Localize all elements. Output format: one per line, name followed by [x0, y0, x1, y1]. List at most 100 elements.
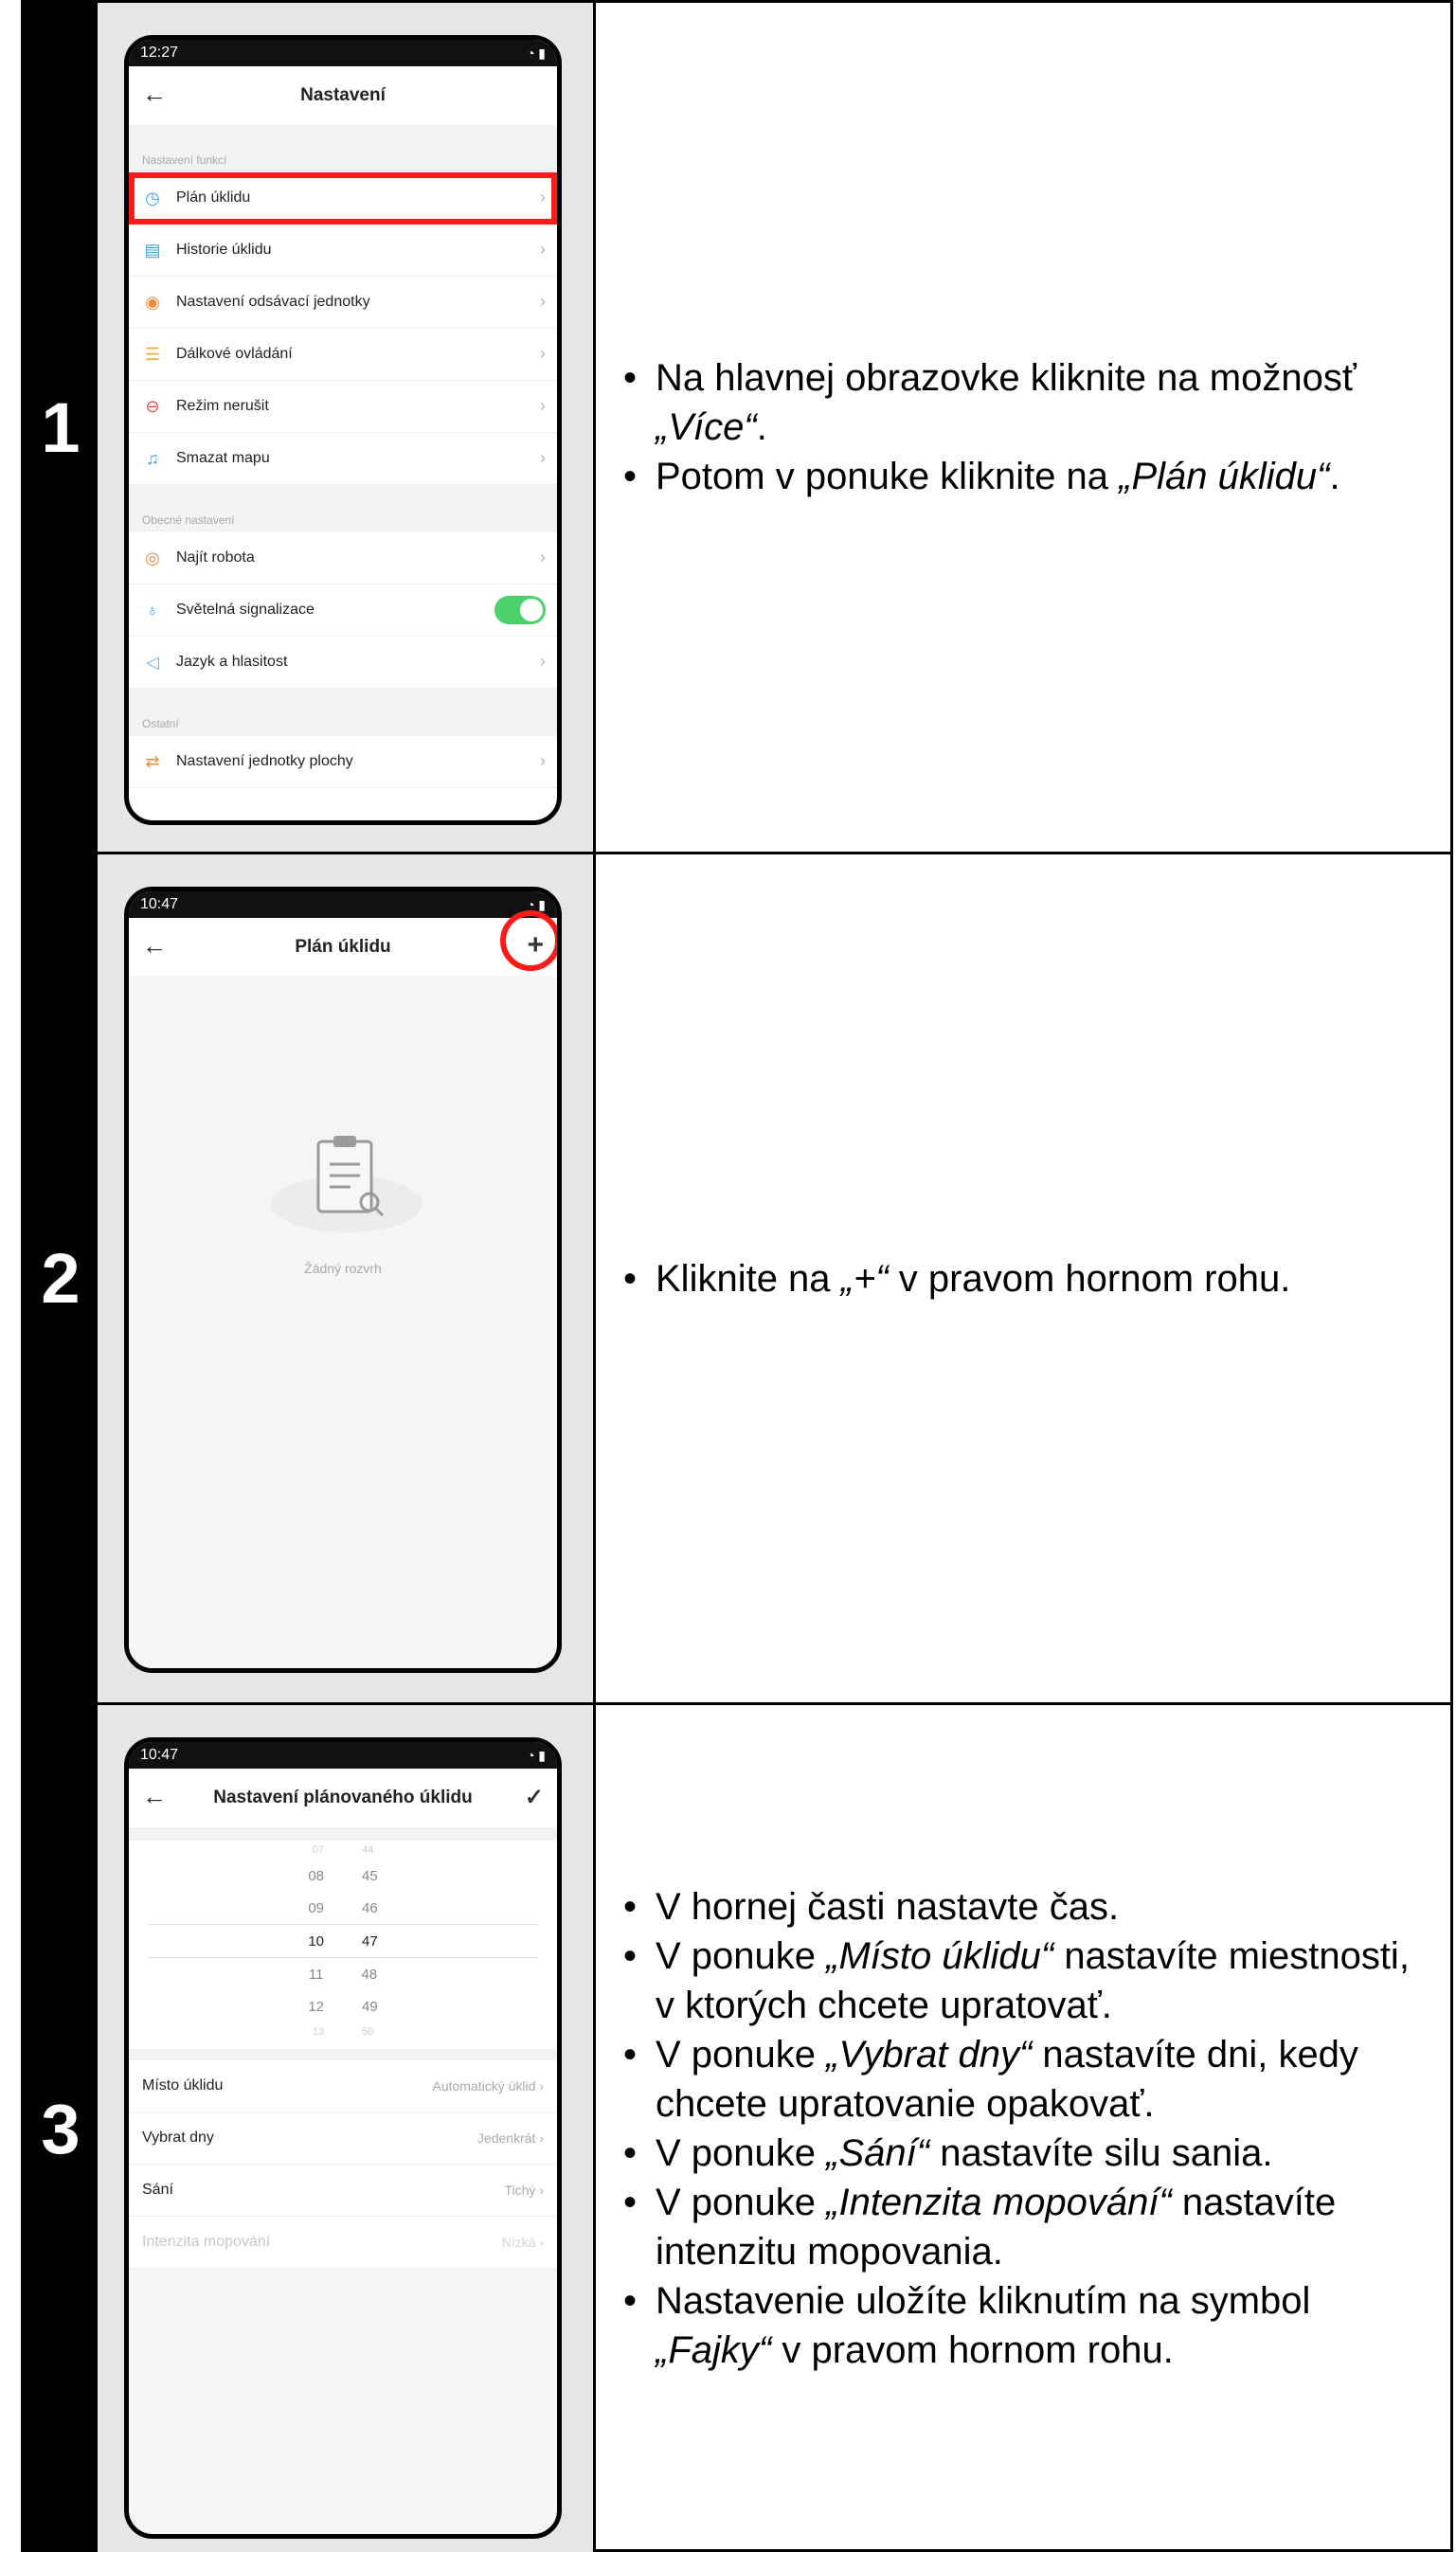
picker-row-selected: 10 47: [148, 1924, 538, 1958]
menu-item-label: Nastavení odsávací jednotky: [176, 294, 370, 310]
back-arrow-icon[interactable]: ←: [142, 931, 167, 961]
bullet-item: V hornej časti nastavte čas.: [620, 1882, 1431, 1932]
step-row-3: 3 10:47 ◔ ▮ ← Nastavení plánovaného úkli…: [24, 1705, 1450, 2552]
menu-item-find-robot[interactable]: ◎ Najít robota ›: [129, 532, 557, 584]
picker-row: 11 48: [308, 1966, 378, 1983]
menu-item-delete-map[interactable]: ♫ Smazat mapu ›: [129, 433, 557, 485]
remote-icon: ☰: [144, 344, 161, 364]
menu-item-light-signal[interactable]: ♁ Světelná signalizace: [129, 584, 557, 637]
picker-row: 08 45: [308, 1867, 378, 1884]
app-bar: ← Nastavení plánovaného úklidu ✓: [129, 1769, 557, 1827]
bullet-item: V ponuke „Sání“ nastavíte silu sania.: [620, 2129, 1431, 2178]
step-row-1: 1 12:27 ◔ ▮ ← Nastavení Nastavení funkcí…: [24, 3, 1450, 854]
signal-icon: ◔ ▮: [526, 1747, 546, 1763]
menu-item-language[interactable]: ◁ Jazyk a hlasitost ›: [129, 637, 557, 689]
setting-label: Intenzita mopování: [142, 2234, 271, 2250]
menu-item-do-not-disturb[interactable]: ⊖ Režim nerušit ›: [129, 381, 557, 433]
chevron-right-icon: ›: [540, 652, 546, 671]
phone-screen: 10:47 ◔ ▮ ← Plán úklidu + Žádný rozvrh: [124, 887, 562, 1673]
screenshot-cell: 12:27 ◔ ▮ ← Nastavení Nastavení funkcí ◷…: [98, 3, 596, 852]
do-not-disturb-icon: ⊖: [145, 396, 160, 416]
bullet-list: V hornej časti nastavte čas. V ponuke „M…: [597, 1882, 1450, 2375]
menu-item-label: Jazyk a hlasitost: [176, 654, 288, 670]
setting-select-days[interactable]: Vybrat dny Jedenkrát ›: [129, 2112, 557, 2165]
bullet-item: V ponuke „Intenzita mopování“ nastavíte …: [620, 2178, 1431, 2276]
step-row-2: 2 10:47 ◔ ▮ ← Plán úklidu + Žádný rozvrh…: [24, 854, 1450, 1705]
menu-item-cleaning-plan[interactable]: ◷ Plán úklidu ›: [129, 172, 557, 225]
step-number: 3: [24, 1705, 98, 2552]
menu-item-label: Plán úklidu: [176, 189, 251, 206]
bulb-icon: ♁: [146, 600, 159, 620]
history-icon: ▤: [144, 240, 161, 260]
locate-icon: ◎: [145, 548, 160, 567]
picker-row: 09 46: [308, 1899, 378, 1916]
section-header: Nastavení funkcí: [129, 125, 557, 172]
bullet-item: Kliknite na „+“ v pravom hornom rohu.: [620, 1254, 1290, 1303]
app-bar: ← Plán úklidu +: [129, 910, 557, 977]
menu-item-label: Smazat mapu: [176, 450, 270, 466]
back-arrow-icon[interactable]: ←: [142, 1782, 167, 1811]
timer-icon: ◷: [145, 188, 160, 207]
chevron-right-icon: ›: [540, 448, 546, 467]
bullet-list: Na hlavnej obrazovke kliknite na možnosť…: [597, 353, 1450, 501]
menu-item-remote[interactable]: ☰ Dálkové ovládání ›: [129, 329, 557, 381]
menu-item-area-unit[interactable]: ⇄ Nastavení jednotky plochy ›: [129, 736, 557, 788]
screen-title: Plán úklidu: [295, 937, 391, 957]
picker-row: 12 49: [308, 1998, 378, 2015]
app-bar: ← Nastavení: [129, 66, 557, 125]
clipboard-icon: [271, 1136, 422, 1232]
light-toggle[interactable]: [494, 596, 546, 624]
screenshot-cell: 10:47 ◔ ▮ ← Plán úklidu + Žádný rozvrh: [98, 854, 596, 1702]
status-bar: 10:47 ◔ ▮: [129, 891, 557, 918]
bell-icon: ♫: [146, 448, 159, 468]
screen-title: Nastavení plánovaného úklidu: [213, 1788, 473, 1807]
chevron-right-icon: ›: [540, 188, 546, 207]
menu-item-suction-unit[interactable]: ◉ Nastavení odsávací jednotky ›: [129, 277, 557, 329]
setting-cleaning-area[interactable]: Místo úklidu Automatický úklid ›: [129, 2060, 557, 2112]
picker-row: 07 44: [312, 1844, 374, 1856]
phone-screen: 10:47 ◔ ▮ ← Nastavení plánovaného úklidu…: [124, 1737, 562, 2539]
setting-suction[interactable]: Sání Tichý ›: [129, 2165, 557, 2217]
chevron-right-icon: ›: [540, 548, 546, 566]
empty-state-text: Žádný rozvrh: [304, 1261, 382, 1276]
setting-mop-intensity[interactable]: Intenzita mopování Nízká ›: [129, 2217, 557, 2269]
bullet-list: Kliknite na „+“ v pravom hornom rohu.: [597, 1254, 1309, 1303]
setting-label: Vybrat dny: [142, 2130, 214, 2146]
menu-item-label: Světelná signalizace: [176, 602, 315, 618]
chevron-right-icon: ›: [540, 292, 546, 311]
setting-value: Tichý ›: [504, 2183, 545, 2198]
menu-item-label: Režim nerušit: [176, 398, 269, 414]
bullet-item: V ponuke „Místo úklidu“ nastavíte miestn…: [620, 1932, 1431, 2030]
description-cell: Kliknite na „+“ v pravom hornom rohu.: [597, 854, 1450, 1702]
setting-value: Automatický úklid ›: [432, 2078, 545, 2094]
signal-icon: ◔ ▮: [526, 45, 546, 61]
screen-title: Nastavení: [300, 85, 386, 105]
setting-label: Místo úklidu: [142, 2077, 224, 2094]
empty-state: Žádný rozvrh: [129, 977, 557, 1668]
setting-value: Nízká ›: [501, 2235, 544, 2250]
description-cell: Na hlavnej obrazovke kliknite na možnosť…: [597, 3, 1450, 852]
menu-item-label: Historie úklidu: [176, 242, 272, 258]
status-time: 10:47: [140, 1747, 179, 1763]
status-bar: 10:47 ◔ ▮: [129, 1742, 557, 1769]
instruction-table: 1 12:27 ◔ ▮ ← Nastavení Nastavení funkcí…: [21, 0, 1453, 2552]
highlight-circle: [500, 910, 557, 971]
area-icon: ⇄: [145, 751, 160, 771]
chevron-right-icon: ›: [540, 344, 546, 363]
status-time: 10:47: [140, 896, 179, 912]
picker-row: 13 50: [312, 2026, 374, 2038]
bullet-item: V ponuke „Vybrat dny“ nastavíte dni, ked…: [620, 2030, 1431, 2129]
menu-item-label: Nastavení jednotky plochy: [176, 753, 353, 769]
description-cell: V hornej časti nastavte čas. V ponuke „M…: [597, 1705, 1450, 2552]
menu-item-history[interactable]: ▤ Historie úklidu ›: [129, 225, 557, 277]
menu-item-label: Dálkové ovládání: [176, 346, 293, 362]
section-header: Ostatní: [129, 689, 557, 736]
step-number: 2: [24, 854, 98, 1702]
setting-label: Sání: [142, 2182, 173, 2198]
check-icon[interactable]: ✓: [525, 1784, 544, 1811]
setting-value: Jedenkrát ›: [476, 2130, 544, 2146]
menu-item-label: Najít robota: [176, 549, 255, 566]
speaker-icon: ◁: [146, 652, 159, 672]
back-arrow-icon[interactable]: ←: [142, 80, 167, 109]
time-picker[interactable]: 07 44 08 45 09 46 10 47 11 48 12 49 13 50: [129, 1827, 557, 2049]
